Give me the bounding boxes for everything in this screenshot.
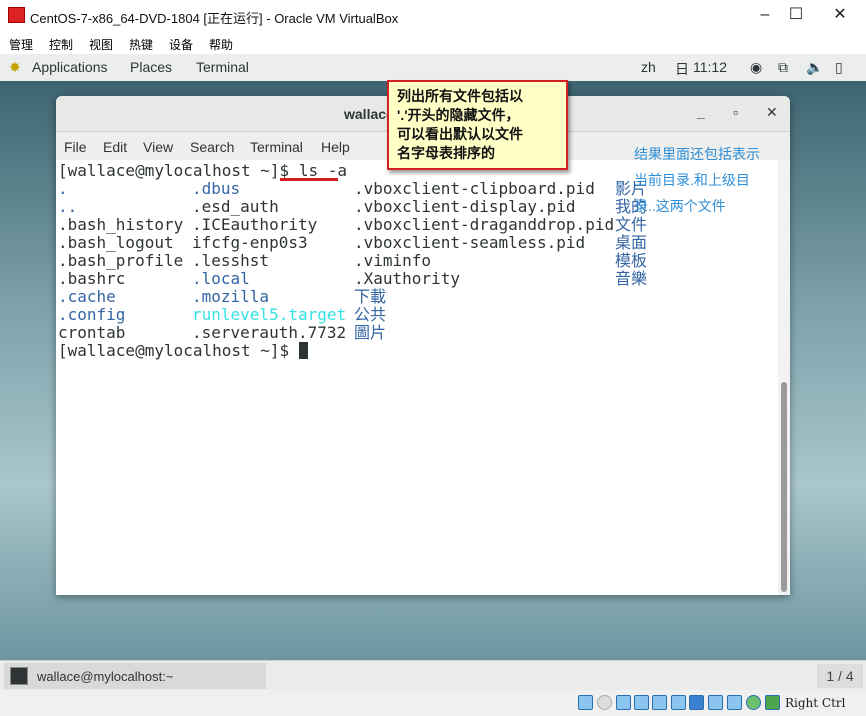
scrollbar[interactable]	[778, 160, 790, 595]
display-icon[interactable]	[689, 695, 704, 710]
taskbar: wallace@mylocalhost:~ 1 / 4	[0, 660, 866, 690]
battery-icon[interactable]: ▯	[835, 59, 843, 76]
file-entry: crontab	[58, 323, 126, 342]
window-title: CentOS-7-x86_64-DVD-1804 [正在运行] - Oracle…	[30, 11, 399, 26]
shared-folders-icon[interactable]	[671, 695, 686, 710]
terminal-output[interactable]: [wallace@mylocalhost ~]$ ls -a . .dbus .vb…	[56, 160, 778, 595]
guest-additions-icon[interactable]	[746, 695, 761, 710]
usb-icon[interactable]	[652, 695, 667, 710]
menu-hotkey[interactable]: 热键	[129, 36, 153, 53]
file-entry: 文件	[615, 215, 648, 234]
workspace-pager[interactable]: 1 / 4	[817, 664, 863, 688]
terminal-close-button[interactable]: ✕	[766, 104, 778, 121]
file-entry: 下載	[354, 287, 387, 306]
note-line: '.'开头的隐藏文件，	[397, 107, 520, 123]
file-entry: .local	[192, 269, 250, 288]
side-note-line: 录..这两个文件	[634, 198, 726, 214]
applications-icon: ✸	[9, 59, 21, 75]
close-button[interactable]: ✕	[825, 4, 855, 26]
prompt: [wallace@mylocalhost ~]$	[58, 341, 299, 360]
accessibility-icon[interactable]: ◉	[750, 59, 762, 76]
file-entry: ifcfg-enp0s3	[192, 233, 308, 252]
file-entry: .dbus	[192, 179, 241, 198]
file-entry: .Xauthority	[354, 269, 460, 288]
file-entry: runlevel5.target	[192, 305, 347, 324]
file-entry: .config	[58, 305, 126, 324]
file-entry: ..	[58, 197, 78, 216]
virtualbox-icon	[8, 7, 25, 23]
video-capture-icon[interactable]	[708, 695, 723, 710]
clock-day[interactable]: 日	[675, 59, 689, 79]
file-entry: 模板	[615, 251, 648, 270]
terminal-app-menu[interactable]: Terminal	[196, 59, 249, 75]
file-entry: .vboxclient-display.pid	[354, 197, 576, 216]
applications-menu[interactable]: Applications	[32, 59, 108, 75]
vbox-title-bar: CentOS-7-x86_64-DVD-1804 [正在运行] - Oracle…	[0, 0, 866, 31]
command-underline	[280, 178, 338, 181]
hard-disk-icon[interactable]	[578, 695, 593, 710]
terminal-minimize-button[interactable]: _	[697, 104, 705, 120]
network-icon[interactable]: ⧉	[778, 59, 788, 76]
menu-manage[interactable]: 管理	[9, 36, 33, 53]
scrollbar-thumb[interactable]	[781, 382, 787, 592]
terminal-icon	[10, 667, 28, 685]
file-entry: .bash_profile	[58, 251, 184, 270]
note-line: 名字母表排序的	[397, 145, 495, 161]
file-entry: .lesshst	[192, 251, 270, 270]
file-entry: .bash_history	[58, 215, 184, 234]
side-note-line: 结果里面还包括表示	[634, 146, 760, 162]
vbox-menu-bar: 管理 控制 视图 热键 设备 帮助	[0, 31, 866, 54]
file-entry: .viminfo	[354, 251, 432, 270]
places-menu[interactable]: Places	[130, 59, 172, 75]
terminal-menu-edit[interactable]: Edit	[103, 139, 127, 155]
file-entry: .bash_logout	[58, 233, 174, 252]
annotation-callout: 列出所有文件包括以 '.'开头的隐藏文件， 可以看出默认以文件 名字母表排序的	[387, 80, 568, 170]
file-entry: .mozilla	[192, 287, 270, 306]
minimize-button[interactable]: –	[750, 4, 780, 26]
file-entry: 音樂	[615, 269, 648, 288]
note-line: 列出所有文件包括以	[397, 88, 523, 104]
host-key-label: Right Ctrl	[785, 696, 846, 710]
cursor	[298, 342, 308, 359]
terminal-menu-search[interactable]: Search	[190, 139, 234, 155]
taskbar-terminal-item[interactable]: wallace@mylocalhost:~	[4, 663, 266, 689]
file-entry: .ICEauthority	[192, 215, 318, 234]
prompt: [wallace@mylocalhost ~]$	[58, 161, 299, 180]
terminal-menu-help[interactable]: Help	[321, 139, 350, 155]
file-entry: 桌面	[615, 233, 648, 252]
optical-drive-icon[interactable]	[597, 695, 612, 710]
mouse-integration-icon[interactable]	[765, 695, 780, 710]
menu-devices[interactable]: 设备	[169, 36, 193, 53]
file-entry: .esd_auth	[192, 197, 279, 216]
audio-icon[interactable]	[616, 695, 631, 710]
task-label: wallace@mylocalhost:~	[37, 669, 174, 684]
file-entry: .bashrc	[58, 269, 126, 288]
vbox-status-bar: Right Ctrl	[0, 690, 866, 716]
file-entry: 圖片	[354, 323, 387, 342]
file-entry: .vboxclient-draganddrop.pid	[354, 215, 615, 234]
cpu-icon[interactable]	[727, 695, 742, 710]
terminal-menu-file[interactable]: File	[64, 139, 87, 155]
gnome-top-bar: ✸ Applications Places Terminal zh 日 11:1…	[0, 54, 866, 81]
file-entry: .serverauth.7732	[192, 323, 347, 342]
menu-view[interactable]: 视图	[89, 36, 113, 53]
menu-help[interactable]: 帮助	[209, 36, 233, 53]
input-language[interactable]: zh	[641, 59, 656, 75]
file-entry: .	[58, 179, 68, 198]
file-entry: .vboxclient-clipboard.pid	[354, 179, 595, 198]
maximize-button[interactable]: ☐	[781, 4, 811, 26]
clock-time[interactable]: 11:12	[693, 59, 727, 75]
menu-control[interactable]: 控制	[49, 36, 73, 53]
volume-icon[interactable]: 🔈	[806, 59, 823, 76]
current-prompt-line: [wallace@mylocalhost ~]$	[58, 342, 308, 360]
terminal-menu-terminal[interactable]: Terminal	[250, 139, 303, 155]
file-entry: .cache	[58, 287, 116, 306]
note-line: 可以看出默认以文件	[397, 126, 523, 142]
file-entry: 公共	[354, 305, 387, 324]
side-note-line: 当前目录.和上级目	[634, 172, 750, 188]
network-adapter-icon[interactable]	[634, 695, 649, 710]
terminal-maximize-button[interactable]: ▫	[733, 104, 738, 120]
file-entry: .vboxclient-seamless.pid	[354, 233, 586, 252]
terminal-menu-view[interactable]: View	[143, 139, 173, 155]
